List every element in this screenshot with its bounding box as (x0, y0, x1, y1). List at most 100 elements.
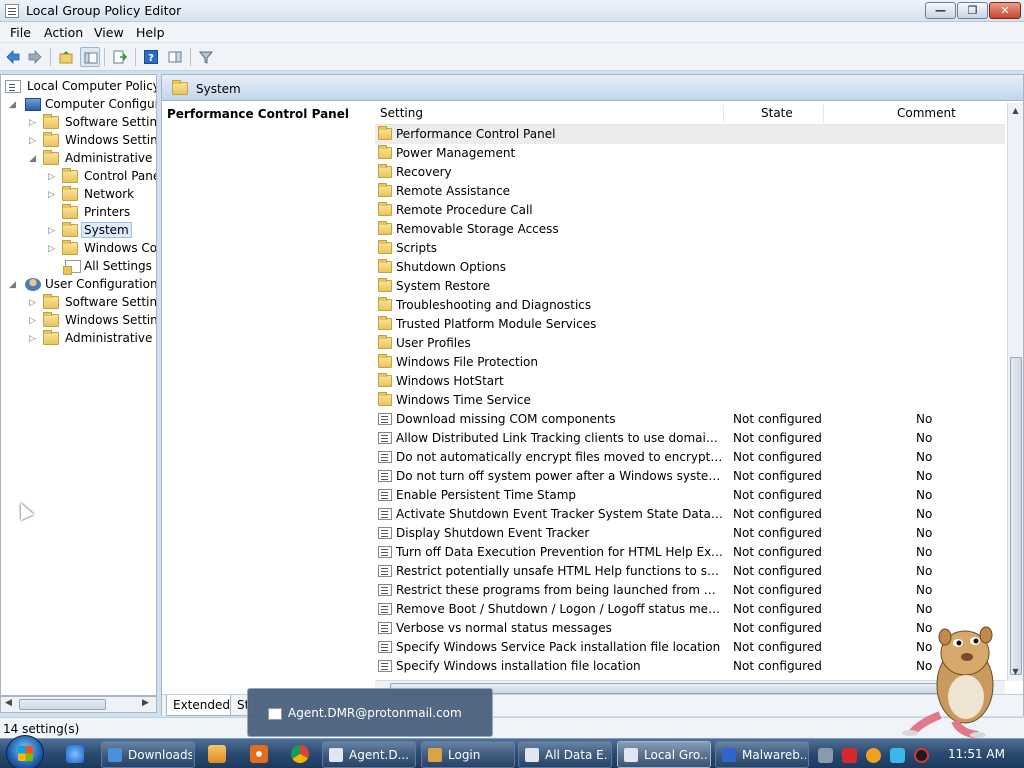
scrollbar-thumb[interactable] (19, 699, 106, 710)
column-comment[interactable]: Comment (897, 106, 956, 120)
filter-button[interactable] (196, 47, 216, 67)
scroll-left-icon[interactable]: ◀ (5, 698, 12, 708)
properties-pane-icon (168, 51, 182, 63)
policy-row[interactable]: Restrict potentially unsafe HTML Help fu… (375, 562, 1005, 581)
tree-label: System (81, 222, 132, 238)
expand-arrow-icon[interactable]: ▷ (29, 118, 37, 128)
taskbar-button[interactable]: Login (421, 741, 515, 768)
folder-row[interactable]: Windows HotStart (375, 372, 1005, 391)
taskbar-button-label: Malwareb... (742, 748, 806, 762)
taskbar-button[interactable]: Downloads (101, 741, 195, 768)
policy-editor-icon (5, 4, 19, 18)
policy-row[interactable]: Activate Shutdown Event Tracker System S… (375, 505, 1005, 524)
folder-row[interactable]: Scripts (375, 239, 1005, 258)
clock[interactable]: 11:51 AM (948, 747, 1005, 761)
folder-row[interactable]: Recovery (375, 163, 1005, 182)
scroll-right-icon[interactable]: ▶ (142, 698, 149, 708)
scrollbar-thumb[interactable] (1010, 357, 1022, 675)
forward-button[interactable] (25, 47, 45, 67)
folder-row[interactable]: Performance Control Panel (375, 125, 1005, 144)
setting-comment: No (916, 469, 933, 483)
scroll-down-icon[interactable]: ▼ (1010, 667, 1021, 677)
antivirus-icon[interactable] (842, 748, 857, 763)
minimize-button[interactable]: — (925, 2, 956, 19)
tab-extended[interactable]: Extended (166, 695, 237, 716)
setting-name: Windows Time Service (396, 393, 531, 407)
record-icon[interactable] (914, 748, 929, 763)
search-icon[interactable] (866, 748, 881, 763)
vertical-scrollbar[interactable]: ▲ ▼ (1007, 103, 1023, 681)
policy-row[interactable]: Turn off Data Execution Prevention for H… (375, 543, 1005, 562)
help-button[interactable]: ? (141, 47, 161, 67)
system-tray: 11:51 AM (812, 741, 1024, 768)
collapse-arrow-icon[interactable]: ◢ (9, 280, 17, 290)
display-icon[interactable] (890, 748, 905, 763)
folder-icon (378, 145, 392, 159)
taskbar-button[interactable]: Local Gro... (617, 741, 711, 768)
export-list-button[interactable] (110, 47, 130, 67)
expand-arrow-icon[interactable]: ▷ (48, 172, 56, 182)
folder-row[interactable]: Power Management (375, 144, 1005, 163)
policy-row[interactable]: Enable Persistent Time Stamp Not configur… (375, 486, 1005, 505)
show-hide-tree-button[interactable] (80, 47, 100, 67)
column-state[interactable]: State (761, 106, 793, 120)
properties-pane-button[interactable] (165, 47, 185, 67)
folder-row[interactable]: Remote Procedure Call (375, 201, 1005, 220)
taskbar-button[interactable]: Malwareb... (715, 741, 809, 768)
cleaner-icon[interactable] (250, 745, 268, 763)
scroll-up-icon[interactable]: ▲ (1010, 106, 1021, 116)
folder-row[interactable]: Troubleshooting and Diagnostics (375, 296, 1005, 315)
policy-row[interactable]: Do not automatically encrypt files moved… (375, 448, 1005, 467)
toolbar-separator (135, 48, 136, 66)
taskbar-button[interactable]: Agent.D... (322, 741, 416, 768)
expand-arrow-icon[interactable]: ▷ (29, 298, 37, 308)
start-button[interactable] (6, 735, 44, 768)
internet-explorer-icon[interactable] (66, 745, 84, 763)
column-divider[interactable] (723, 105, 724, 123)
close-button[interactable]: ✕ (989, 2, 1021, 19)
menu-action[interactable]: Action (44, 25, 83, 40)
column-divider[interactable] (823, 105, 824, 123)
tree-horizontal-scrollbar[interactable]: ◀ ▶ (0, 696, 157, 713)
folder-row[interactable]: Remote Assistance (375, 182, 1005, 201)
expand-arrow-icon[interactable]: ▷ (48, 244, 56, 254)
policy-row[interactable]: Allow Distributed Link Tracking clients … (375, 429, 1005, 448)
collapse-arrow-icon[interactable]: ◢ (9, 100, 17, 110)
show-hide-tree-icon (84, 52, 98, 64)
expand-arrow-icon[interactable]: ▷ (48, 190, 56, 200)
policy-row[interactable]: Restrict these programs from being launc… (375, 581, 1005, 600)
folder-row[interactable]: Shutdown Options (375, 258, 1005, 277)
tree-label: Windows Setting (65, 313, 157, 327)
expand-arrow-icon[interactable]: ▷ (48, 226, 56, 236)
policy-row[interactable]: Display Shutdown Event Tracker Not config… (375, 524, 1005, 543)
chrome-icon[interactable] (291, 745, 309, 763)
folder-row[interactable]: Removable Storage Access (375, 220, 1005, 239)
folder-row[interactable]: Windows Time Service (375, 391, 1005, 410)
expand-arrow-icon[interactable]: ▷ (29, 136, 37, 146)
column-setting[interactable]: Setting (380, 106, 423, 120)
menu-bar: File Action View Help (0, 22, 1024, 43)
taskbar-button-label: Downloads (128, 748, 192, 762)
folder-row[interactable]: Windows File Protection (375, 353, 1005, 372)
expand-arrow-icon[interactable]: ▷ (29, 334, 37, 344)
folder-row[interactable]: Trusted Platform Module Services (375, 315, 1005, 334)
menu-view[interactable]: View (94, 25, 124, 40)
setting-comment: No (916, 545, 933, 559)
folder-icon (378, 240, 392, 254)
menu-file[interactable]: File (10, 25, 31, 40)
back-button[interactable] (3, 47, 23, 67)
up-folder-button[interactable] (56, 47, 76, 67)
menu-help[interactable]: Help (136, 25, 165, 40)
collapse-arrow-icon[interactable]: ◢ (29, 154, 37, 164)
expand-arrow-icon[interactable]: ▷ (29, 316, 37, 326)
policy-row[interactable]: Download missing COM components Not confi… (375, 410, 1005, 429)
taskbar-preview-popup[interactable]: Agent.DMR@protonmail.com (247, 688, 493, 737)
taskbar-button[interactable]: All Data E... (518, 741, 612, 768)
maximize-button[interactable]: ❐ (957, 2, 988, 19)
settings-list: Performance Control Panel Power Managemen… (375, 125, 1005, 680)
network-icon[interactable] (818, 748, 833, 763)
policy-row[interactable]: Do not turn off system power after a Win… (375, 467, 1005, 486)
folder-row[interactable]: User Profiles (375, 334, 1005, 353)
media-player-icon[interactable] (208, 745, 226, 763)
folder-row[interactable]: System Restore (375, 277, 1005, 296)
